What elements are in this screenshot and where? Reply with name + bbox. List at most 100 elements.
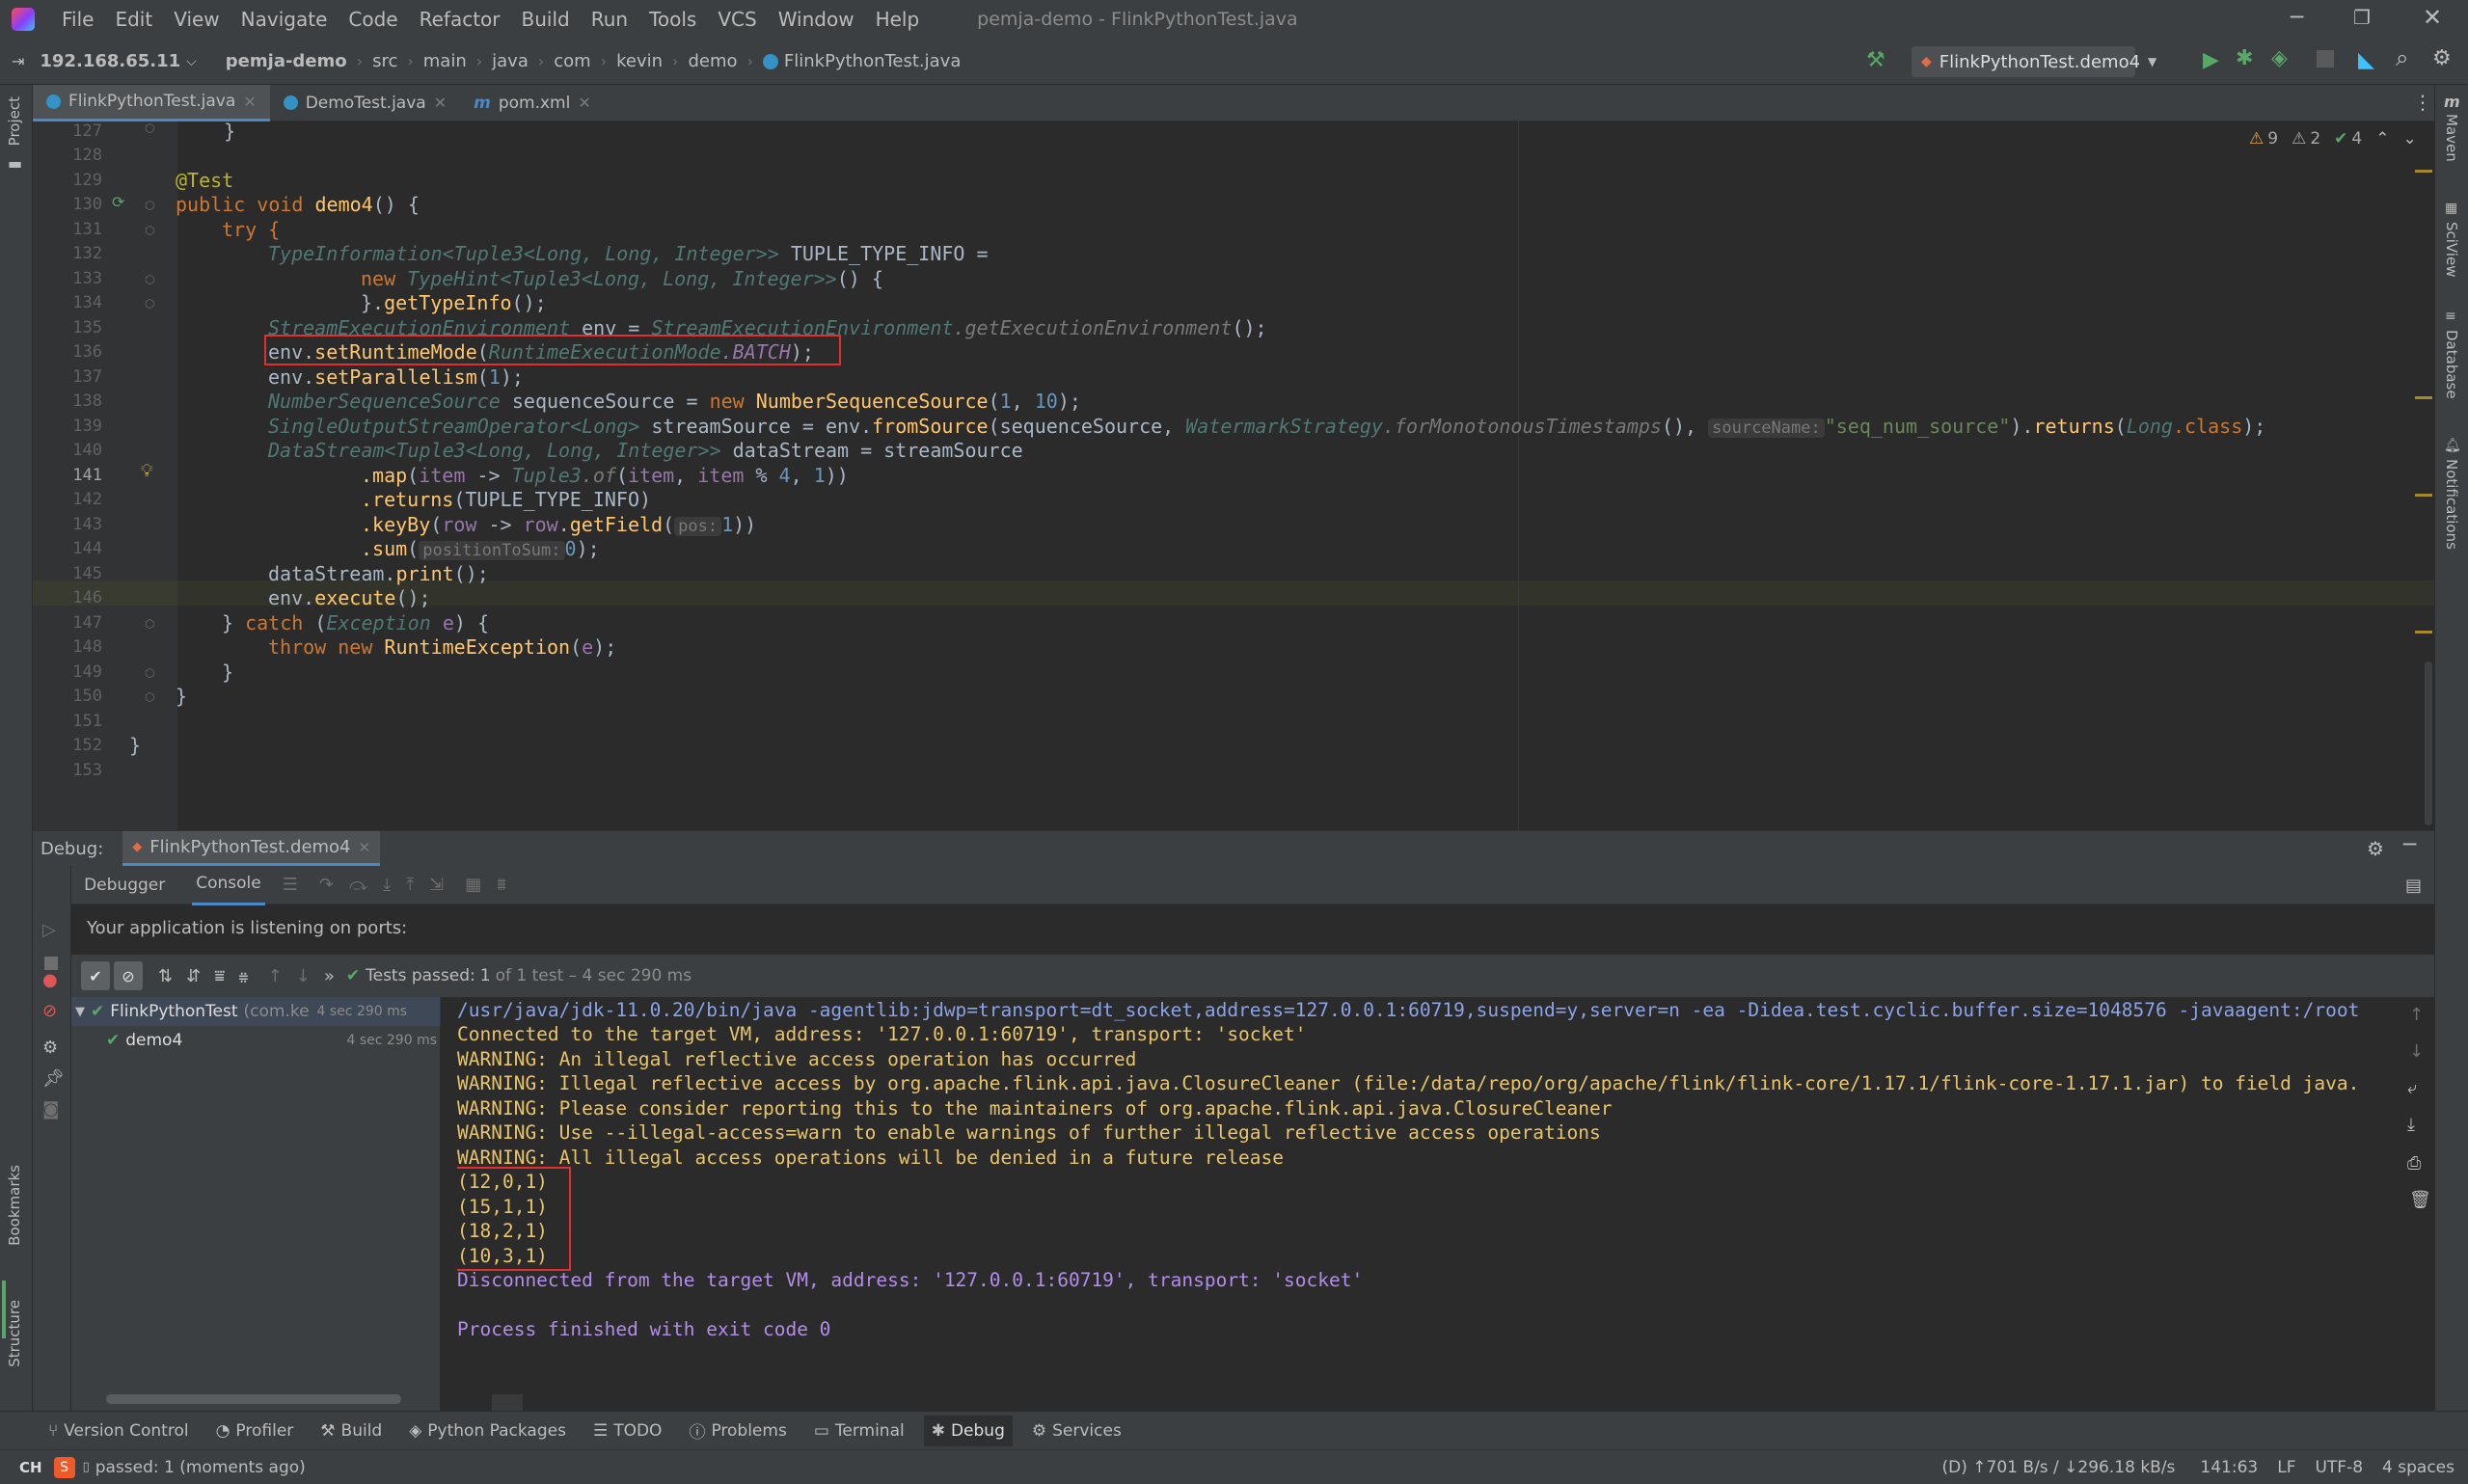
restore-icon[interactable]: ❐ — [2353, 6, 2371, 29]
mute-breakpoints-icon[interactable]: ⊘ — [42, 1001, 57, 1021]
fold-marker-icon[interactable]: ⬡ — [145, 121, 154, 135]
tool-window-notifications[interactable]: Notifications — [2443, 459, 2460, 550]
menu-build[interactable]: Build — [522, 8, 570, 31]
inspection-widget[interactable]: ⚠ 9 ⚠ 2 ✔ 4 ⌃ ⌄ — [2249, 129, 2417, 148]
tree-item-flinkpythontest[interactable]: ▼ ✔ FlinkPythonTest (com.ke 4 sec 290 ms — [71, 997, 441, 1026]
indent-setting[interactable]: 4 spaces — [2382, 1458, 2454, 1477]
scroll-to-end-icon[interactable]: ⤓ — [2407, 1115, 2415, 1135]
expand-all-icon[interactable]: ⩸ — [214, 966, 225, 986]
stop-icon[interactable] — [44, 957, 58, 970]
sort-duration-icon[interactable]: ⇵ — [186, 966, 201, 986]
code-editor[interactable]: 127 128 129 130 131 132 133 134 135 136 … — [33, 120, 2434, 830]
fold-marker-icon[interactable]: ⬡ — [145, 690, 154, 704]
clear-all-icon[interactable]: 🗑︎ — [2409, 1190, 2431, 1210]
search-icon[interactable]: ⌕ — [2396, 44, 2408, 71]
menu-window[interactable]: Window — [778, 8, 854, 31]
step-into-icon[interactable]: ⤓ — [383, 875, 391, 895]
menu-help[interactable]: Help — [876, 8, 920, 31]
editor-scrollbar[interactable] — [2425, 661, 2432, 825]
tool-problems[interactable]: ⓘ Problems — [689, 1418, 786, 1444]
menu-run[interactable]: Run — [591, 8, 628, 31]
line-separator[interactable]: LF — [2277, 1458, 2295, 1477]
previous-highlight-icon[interactable]: ⌃ — [2375, 129, 2389, 148]
menu-view[interactable]: View — [174, 8, 219, 31]
fold-marker-icon[interactable]: ⬡ — [145, 617, 154, 631]
tool-profiler[interactable]: ◔ Profiler — [216, 1421, 294, 1441]
stop-icon[interactable] — [2317, 50, 2334, 67]
menu-code[interactable]: Code — [348, 8, 397, 31]
tool-window-maven[interactable]: Maven — [2443, 114, 2460, 162]
step-out-icon[interactable]: ⤒ — [406, 875, 414, 895]
menu-edit[interactable]: Edit — [115, 8, 152, 31]
tool-python-packages[interactable]: ◈ Python Packages — [409, 1421, 566, 1441]
layout-icon[interactable]: ▤ — [2405, 876, 2422, 896]
settings-gear-icon[interactable]: ⚙ — [42, 1038, 58, 1058]
breadcrumb-kevin[interactable]: kevin — [616, 51, 663, 71]
hide-panel-icon[interactable]: ─ — [2403, 833, 2416, 857]
tool-debug[interactable]: ✱ Debug — [923, 1415, 1013, 1446]
more-icon[interactable]: » — [324, 966, 335, 986]
breadcrumb-file[interactable]: FlinkPythonTest.java — [784, 51, 961, 71]
previous-failed-icon[interactable]: ↑ — [268, 966, 283, 986]
show-ignored-toggle[interactable]: ⊘ — [114, 961, 143, 990]
fold-marker-icon[interactable]: ⬡ — [145, 666, 154, 680]
console-output[interactable]: /usr/java/jdk-11.0.20/bin/java -agentlib… — [457, 997, 2396, 1412]
close-tab-icon[interactable]: ✕ — [578, 94, 590, 112]
minimize-icon[interactable]: ─ — [2291, 6, 2303, 30]
tab-debugger[interactable]: Debugger — [84, 876, 165, 895]
step-over-icon[interactable]: ⤼ — [349, 875, 367, 895]
tree-horizontal-scrollbar[interactable] — [106, 1394, 401, 1404]
run-test-gutter-icon[interactable]: ⟳ — [112, 193, 124, 211]
print-icon[interactable]: ⎙ — [2407, 1153, 2421, 1174]
tool-terminal[interactable]: ▭ Terminal — [814, 1421, 905, 1441]
run-to-cursor-icon[interactable]: ⇲ — [429, 875, 444, 895]
settings-gear-icon[interactable]: ⚙ — [2367, 837, 2384, 860]
show-passed-toggle[interactable]: ✔ — [81, 961, 110, 990]
tree-item-demo4[interactable]: ✔ demo4 4 sec 290 ms — [71, 1026, 441, 1055]
resume-icon[interactable]: ▷ — [42, 920, 56, 940]
breadcrumb-java[interactable]: java — [492, 51, 529, 71]
fold-marker-icon[interactable]: ⬡ — [145, 199, 154, 212]
camera-icon[interactable]: ◙ — [42, 1099, 59, 1120]
breadcrumb-src[interactable]: src — [372, 51, 397, 71]
breadcrumb-com[interactable]: com — [554, 51, 590, 71]
breadcrumb-demo[interactable]: demo — [688, 51, 737, 71]
tool-window-project[interactable]: Project — [6, 96, 23, 146]
view-breakpoints-icon[interactable]: ● — [42, 970, 58, 990]
tool-build[interactable]: ⚒ Build — [320, 1421, 382, 1441]
expand-arrow-icon[interactable]: ▼ — [75, 1005, 85, 1019]
close-session-icon[interactable]: ✕ — [359, 839, 371, 856]
debug-session-tab[interactable]: ◆ FlinkPythonTest.demo4 ✕ — [122, 831, 381, 866]
run-config-selector[interactable]: ◆ FlinkPythonTest.demo4 ▼ — [1912, 46, 2156, 77]
tool-window-database[interactable]: Database — [2443, 330, 2460, 399]
tab-demotest[interactable]: DemoTest.java ✕ — [270, 85, 460, 121]
intention-bulb-icon[interactable]: 💡︎ — [141, 461, 153, 481]
tab-console[interactable]: Console — [192, 864, 265, 905]
show-execution-point-icon[interactable]: ↷ — [319, 875, 334, 895]
chevron-down-icon[interactable]: ⌵ — [186, 54, 197, 69]
close-tab-icon[interactable]: ✕ — [434, 94, 447, 112]
settings-gear-icon[interactable]: ⚙ — [2432, 46, 2452, 70]
trace-icon[interactable]: ⩩ — [497, 875, 506, 895]
scroll-up-icon[interactable]: ↑ — [2409, 1005, 2424, 1025]
menu-vcs[interactable]: VCS — [718, 8, 756, 31]
fold-marker-icon[interactable]: ⬡ — [145, 224, 154, 237]
tool-window-bookmarks[interactable]: Bookmarks — [6, 1165, 23, 1246]
caret-position[interactable]: 141:63 — [2200, 1458, 2258, 1477]
debug-icon[interactable]: ✱ — [2236, 46, 2253, 70]
menu-refactor[interactable]: Refactor — [420, 8, 501, 31]
collapse-all-icon[interactable]: ⩷ — [238, 966, 249, 986]
tool-todo[interactable]: ☰ TODO — [593, 1421, 663, 1441]
tool-window-sciview[interactable]: SciView — [2443, 222, 2460, 278]
status-message[interactable]: passed: 1 (moments ago) — [95, 1458, 306, 1477]
next-failed-icon[interactable]: ↓ — [296, 966, 311, 986]
soft-wrap-icon[interactable]: ⤶ — [2407, 1078, 2417, 1098]
close-icon[interactable]: ✕ — [2423, 4, 2442, 31]
tool-version-control[interactable]: ⑂ Version Control — [48, 1421, 189, 1441]
coverage-icon[interactable]: ◈ — [2271, 46, 2288, 70]
remote-host[interactable]: 192.168.65.11 — [40, 51, 180, 71]
run-icon[interactable]: ▶ — [2203, 48, 2219, 72]
breadcrumb-project[interactable]: pemja-demo — [226, 51, 347, 71]
tab-pom[interactable]: m pom.xml ✕ — [460, 85, 605, 121]
tab-flinkpythontest[interactable]: FlinkPythonTest.java ✕ — [33, 84, 270, 121]
